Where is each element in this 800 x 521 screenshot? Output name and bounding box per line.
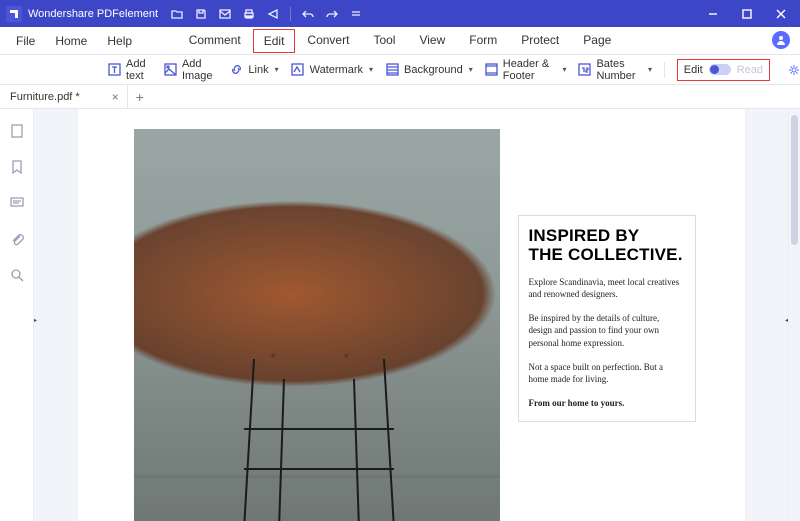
link-icon [229,63,243,77]
menu-tool[interactable]: Tool [361,29,407,53]
heading-line1: INSPIRED BY [529,226,685,245]
minimize-button[interactable] [706,7,720,21]
tool-background[interactable]: Background ▾ [385,63,473,77]
bookmark-icon[interactable] [9,159,25,175]
close-button[interactable] [774,7,788,21]
new-tab-button[interactable]: + [128,85,152,108]
tool-label: Background [404,64,463,76]
user-avatar-icon[interactable] [772,31,790,49]
menu-form[interactable]: Form [457,29,509,53]
document-canvas[interactable]: ▸ INSPIRED BY THE COLLECTIVE. Explore Sc… [34,109,788,521]
menu-edit[interactable]: Edit [253,29,296,53]
tool-label: Header & Footer [503,58,557,82]
pdf-page[interactable]: INSPIRED BY THE COLLECTIVE. Explore Scan… [78,109,745,521]
tab-close-icon[interactable]: × [112,90,119,104]
tool-link[interactable]: Link ▾ [229,63,278,77]
tool-label: Add Image [182,58,217,82]
mode-edit-label: Edit [684,64,703,76]
watermark-icon [291,63,305,77]
mode-read-label: Read [737,64,763,76]
quick-access-more-icon[interactable] [349,7,363,21]
paragraph-4: From our home to yours. [529,397,685,409]
title-bar: Wondershare PDFelement [0,0,800,27]
edit-read-mode-toggle[interactable]: Edit Read [677,59,770,81]
scrollbar-thumb[interactable] [791,115,798,245]
menu-convert[interactable]: Convert [295,29,361,53]
app-title: Wondershare PDFelement [28,8,158,20]
divider [290,7,291,21]
document-image [134,129,500,521]
menu-page[interactable]: Page [571,29,623,53]
menu-help[interactable]: Help [97,27,142,55]
tab-label: Furniture.pdf * [10,91,80,103]
text-icon [108,63,121,77]
quick-access-toolbar [170,7,363,21]
chevron-down-icon: ▾ [562,65,566,74]
save-icon[interactable] [194,7,208,21]
toggle-switch-icon[interactable] [709,64,731,75]
open-icon[interactable] [170,7,184,21]
document-tab[interactable]: Furniture.pdf * × [0,85,128,108]
search-icon[interactable] [9,267,25,283]
tool-label: Link [248,64,268,76]
chevron-down-icon: ▾ [469,65,473,74]
tool-watermark[interactable]: Watermark ▾ [291,63,373,77]
bates-icon [578,63,591,77]
mail-icon[interactable] [218,7,232,21]
left-sidebar [0,109,34,521]
heading-line2: THE COLLECTIVE. [529,245,685,264]
edit-toolbar: Add text Add Image Link ▾ Watermark ▾ Back… [0,55,800,85]
divider [664,62,665,78]
attachment-icon[interactable] [9,231,25,247]
redo-icon[interactable] [325,7,339,21]
document-tab-bar: Furniture.pdf * × + [0,85,800,109]
comment-panel-icon[interactable] [9,195,25,211]
thumbnails-icon[interactable] [9,123,25,139]
image-icon [164,63,177,77]
menu-file[interactable]: File [6,27,45,55]
menu-comment[interactable]: Comment [177,29,253,53]
document-text-block: INSPIRED BY THE COLLECTIVE. Explore Scan… [518,215,696,422]
chevron-down-icon: ▾ [648,65,652,74]
tool-label: Bates Number [596,58,642,82]
tool-add-image[interactable]: Add Image [164,58,217,82]
app-logo-icon [6,6,22,22]
tool-add-text[interactable]: Add text [108,58,152,82]
work-area: ▸ INSPIRED BY THE COLLECTIVE. Explore Sc… [0,109,800,521]
undo-icon[interactable] [301,7,315,21]
tool-label: Add text [126,58,152,82]
background-icon [385,63,399,77]
share-icon[interactable] [266,7,280,21]
menu-home[interactable]: Home [45,27,97,55]
paragraph-1: Explore Scandinavia, meet local creative… [529,276,685,300]
print-icon[interactable] [242,7,256,21]
settings-icon[interactable] [788,62,800,78]
vertical-scrollbar[interactable] [788,109,800,521]
chevron-down-icon: ▾ [275,65,279,74]
menu-view[interactable]: View [407,29,457,53]
tool-bates-number[interactable]: Bates Number ▾ [578,58,652,82]
paragraph-2: Be inspired by the details of culture, d… [529,312,685,348]
chevron-down-icon: ▾ [369,65,373,74]
maximize-button[interactable] [740,7,754,21]
header-footer-icon [485,63,498,77]
menu-protect[interactable]: Protect [509,29,571,53]
tool-header-footer[interactable]: Header & Footer ▾ [485,58,567,82]
paragraph-3: Not a space built on perfection. But a h… [529,361,685,385]
menu-bar: File Home Help Comment Edit Convert Tool… [0,27,800,55]
panel-handle-left-icon[interactable]: ▸ [34,315,37,326]
tool-label: Watermark [310,64,363,76]
